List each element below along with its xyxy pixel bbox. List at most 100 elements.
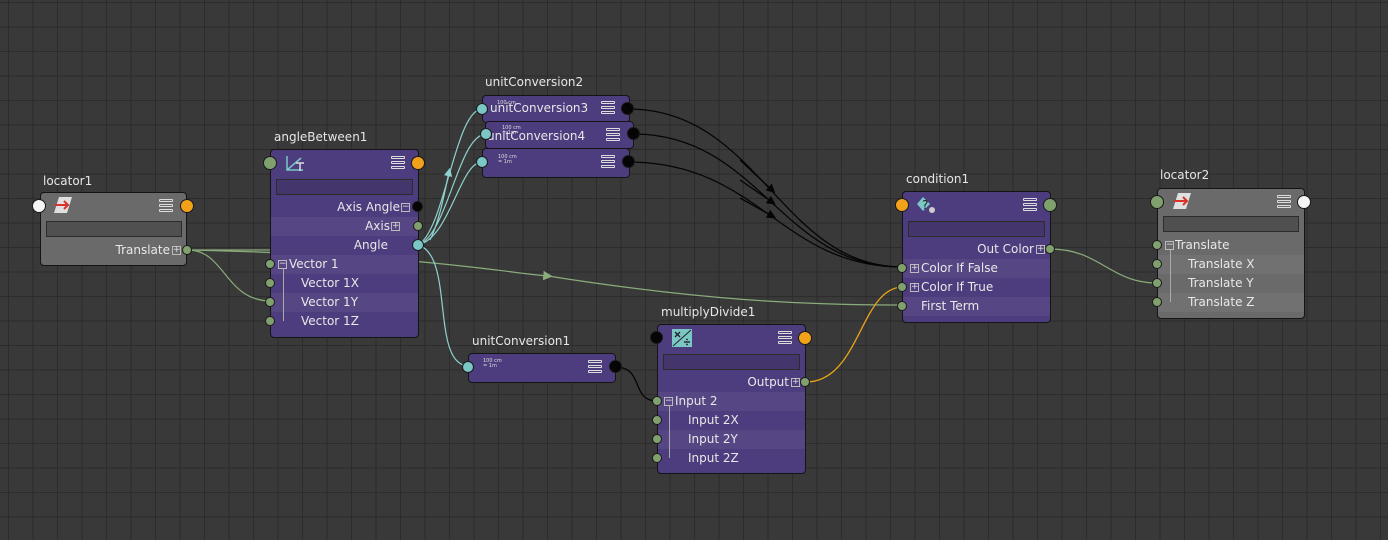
- translate-z-label: Translate Z: [1188, 295, 1255, 309]
- vector1y-port[interactable]: [265, 297, 275, 307]
- out-color-port[interactable]: [1045, 244, 1055, 254]
- wire-black-arrow2: [739, 179, 776, 205]
- unitConversion4-node[interactable]: 100 cm = 1m: [482, 148, 630, 178]
- attribute-list-icon[interactable]: [1023, 198, 1037, 212]
- first-term-label: First Term: [921, 299, 980, 313]
- output-row: Output +: [658, 373, 805, 392]
- input2z-row: Input 2Z: [658, 449, 805, 468]
- expand-icon[interactable]: +: [391, 222, 400, 231]
- vector1-port[interactable]: [265, 259, 275, 269]
- angleBetween1-output-port[interactable]: [411, 156, 425, 170]
- translate-x-row: Translate X: [1158, 255, 1304, 274]
- condition1-node[interactable]: ? Out Color + + Color If False + Color I…: [902, 191, 1051, 323]
- wire-outcolor-to-translatey: [1049, 248, 1158, 284]
- color-if-false-port[interactable]: [897, 263, 907, 273]
- angle-label: Angle: [353, 238, 388, 252]
- translate-z-port[interactable]: [1152, 297, 1162, 307]
- input2y-row: Input 2Y: [658, 430, 805, 449]
- locator1-output-port[interactable]: [180, 199, 194, 213]
- angleBetween1-node[interactable]: Axis Angle − Axis + Angle − Vector 1 Vec…: [270, 149, 419, 338]
- first-term-port[interactable]: [897, 301, 907, 311]
- locator1-input-port[interactable]: [32, 199, 46, 213]
- expand-icon[interactable]: +: [1036, 245, 1045, 254]
- expand-icon[interactable]: +: [172, 246, 181, 255]
- unitConversion1-input-port[interactable]: [462, 361, 474, 373]
- condition1-output-port[interactable]: [1043, 198, 1057, 212]
- translate-x-label: Translate X: [1188, 257, 1255, 271]
- translate-z-row: Translate Z: [1158, 293, 1304, 312]
- multiplyDivide1-node[interactable]: Output + − Input 2 Input 2X Input 2Y Inp…: [657, 324, 806, 474]
- locator2-output-port[interactable]: [1297, 195, 1311, 209]
- color-if-false-label: Color If False: [921, 261, 998, 275]
- input2-port[interactable]: [652, 396, 662, 406]
- locator2-node[interactable]: − Translate Translate X Translate Y Tran…: [1157, 188, 1305, 319]
- wire-uc2-to-condition: [627, 108, 904, 268]
- collapse-icon[interactable]: −: [664, 397, 673, 406]
- locator2-translate-port[interactable]: [1152, 240, 1162, 250]
- wire-angle-arrow: [429, 167, 453, 241]
- unitConversion2-output-port[interactable]: [621, 102, 634, 115]
- wire-uc3-to-condition: [632, 133, 904, 268]
- unitConversion1-output-port[interactable]: [609, 360, 622, 373]
- input2x-port[interactable]: [652, 415, 662, 425]
- attribute-list-icon[interactable]: [391, 156, 405, 170]
- attribute-list-icon[interactable]: [606, 128, 620, 142]
- condition1-input-port[interactable]: [895, 198, 909, 212]
- multiplyDivide1-output-port[interactable]: [798, 331, 812, 345]
- color-if-true-port[interactable]: [897, 282, 907, 292]
- input2x-label: Input 2X: [688, 413, 739, 427]
- unitConversion1-title: unitConversion1: [472, 334, 571, 348]
- locator-icon: [54, 197, 72, 213]
- input2y-port[interactable]: [652, 434, 662, 444]
- input2x-row: Input 2X: [658, 411, 805, 430]
- vector1x-port[interactable]: [265, 278, 275, 288]
- multiplyDivide1-input-port[interactable]: [650, 331, 663, 344]
- attribute-list-icon[interactable]: [601, 155, 615, 169]
- attribute-list-icon[interactable]: [601, 101, 615, 115]
- locator1-node[interactable]: Translate +: [40, 192, 187, 266]
- vector1z-port[interactable]: [265, 316, 275, 326]
- collapse-icon[interactable]: −: [401, 203, 410, 212]
- locator2-name-field[interactable]: [1163, 216, 1299, 232]
- output-port[interactable]: [800, 377, 810, 387]
- locator1-translate-port[interactable]: [182, 245, 192, 255]
- unitConversion4-input-port[interactable]: [476, 156, 488, 168]
- wire-angle-to-uc3: [417, 133, 487, 246]
- collapse-icon[interactable]: −: [278, 260, 287, 269]
- collapse-icon[interactable]: −: [1165, 241, 1174, 250]
- multiplyDivide1-name-field[interactable]: [663, 354, 800, 370]
- conversion-icon: = 1m: [498, 159, 512, 165]
- wire-output-to-colortrue: [805, 286, 904, 383]
- unitConversion2-input-port[interactable]: [476, 103, 488, 115]
- unitConversion3-input-port[interactable]: [480, 128, 492, 140]
- unitConversion4-output-port[interactable]: [622, 155, 635, 168]
- translate-y-row: Translate Y: [1158, 274, 1304, 293]
- locator2-input-port[interactable]: [1150, 195, 1164, 209]
- translate-x-port[interactable]: [1152, 259, 1162, 269]
- wire-black-arrow3: [739, 197, 776, 219]
- unitConversion2-title: unitConversion2: [485, 75, 584, 89]
- axis-angle-port[interactable]: [412, 201, 423, 212]
- expand-icon[interactable]: +: [791, 378, 800, 387]
- attribute-list-icon[interactable]: [778, 331, 792, 345]
- unitConversion3-output-port[interactable]: [627, 127, 640, 140]
- unitConversion1-node[interactable]: 100 cm = 1m: [468, 353, 616, 383]
- expand-icon[interactable]: +: [910, 283, 919, 292]
- axis-port[interactable]: [413, 221, 423, 231]
- locator2-title: locator2: [1160, 168, 1210, 182]
- wire-black-arrow1: [739, 159, 776, 194]
- attribute-list-icon[interactable]: [1277, 195, 1291, 209]
- locator1-name-field[interactable]: [46, 221, 182, 237]
- unitConversion4-title: unitConversion4: [487, 129, 586, 143]
- input2z-port[interactable]: [652, 453, 662, 463]
- wire-angle-to-uc2: [417, 108, 483, 246]
- angle-port[interactable]: [412, 239, 424, 251]
- angleBetween1-input-port[interactable]: [263, 156, 277, 170]
- vector1x-label: Vector 1X: [301, 276, 359, 290]
- translate-y-port[interactable]: [1152, 278, 1162, 288]
- expand-icon[interactable]: +: [910, 264, 919, 273]
- condition1-name-field[interactable]: [908, 221, 1045, 237]
- angleBetween1-name-field[interactable]: [276, 179, 413, 195]
- attribute-list-icon[interactable]: [588, 360, 602, 374]
- attribute-list-icon[interactable]: [159, 199, 173, 213]
